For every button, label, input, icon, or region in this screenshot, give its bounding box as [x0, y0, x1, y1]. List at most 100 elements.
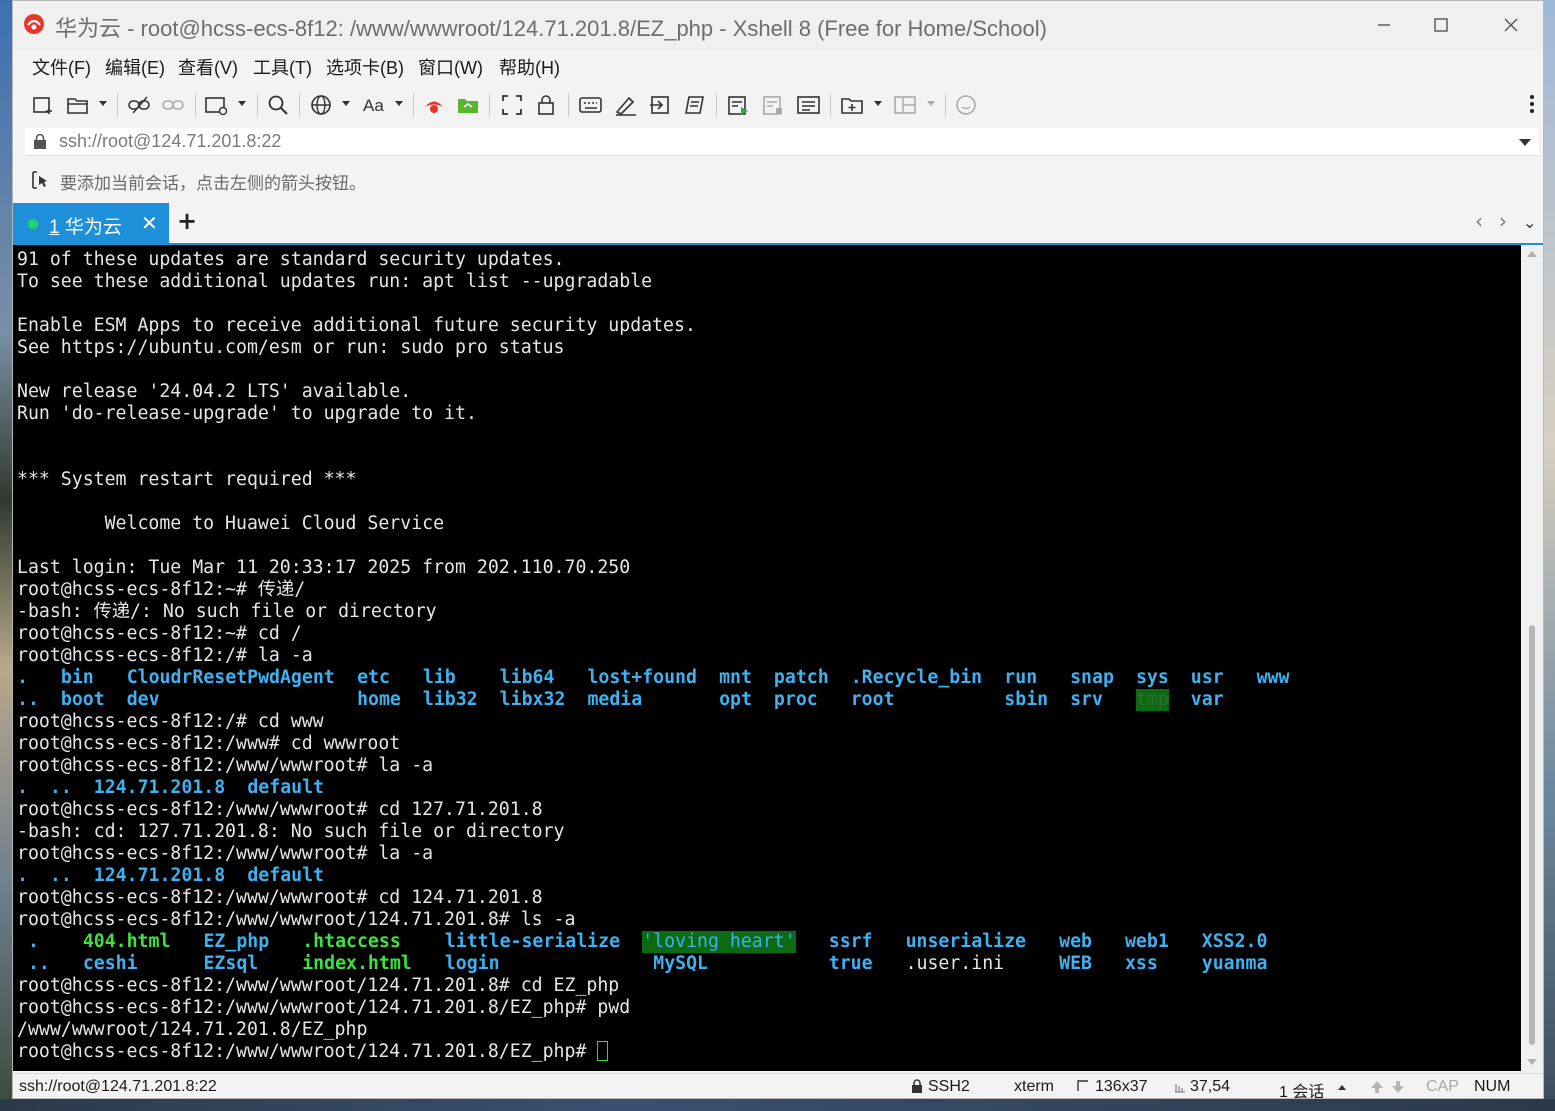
- terminal-line: root@hcss-ecs-8f12:~# cd /: [17, 623, 302, 644]
- start-logging-button[interactable]: [726, 93, 752, 117]
- status-sessions[interactable]: 1 会话: [1279, 1078, 1324, 1098]
- terminal-cursor: [597, 1041, 609, 1061]
- ls-entry: .user.ini: [905, 953, 1005, 974]
- script-button[interactable]: [682, 93, 708, 117]
- terminal-ls-row: . 404.html EZ_php .htaccess little-serialize…: [17, 931, 1517, 953]
- status-caps-lock: CAP: [1426, 1078, 1459, 1095]
- menu-view[interactable]: 查看(V): [178, 54, 238, 80]
- terminal-line: New release '24.04.2 LTS' available.: [17, 381, 412, 402]
- scroll-down-status-icon[interactable]: [1390, 1079, 1406, 1095]
- ls-entry: ..: [17, 689, 39, 710]
- find-button[interactable]: [266, 93, 290, 117]
- menu-help[interactable]: 帮助(H): [499, 54, 560, 80]
- log-start-icon: [728, 96, 748, 115]
- reconnect-button[interactable]: [127, 93, 153, 117]
- open-session-button[interactable]: [66, 93, 90, 117]
- scroll-down-arrow-icon[interactable]: [1527, 1059, 1537, 1065]
- tab-scroll-right-icon[interactable]: ›: [1499, 209, 1507, 233]
- ls-entry: sbin: [1004, 689, 1049, 710]
- ls-entry: default: [247, 777, 325, 798]
- xshell-button[interactable]: [422, 93, 446, 117]
- terminal-line: root@hcss-ecs-8f12:/www/wwwroot/124.71.2…: [17, 975, 620, 996]
- compose-bar-button[interactable]: [796, 93, 822, 117]
- terminal-line: root@hcss-ecs-8f12:/www/wwwroot/124.71.2…: [17, 909, 576, 930]
- ls-entry: WEB: [1059, 953, 1092, 974]
- scrollbar-thumb[interactable]: [1529, 625, 1535, 1045]
- lock-icon: [912, 1079, 922, 1093]
- disconnect-button[interactable]: [161, 93, 187, 117]
- keyboard-button[interactable]: [578, 93, 604, 117]
- terminal-scrollbar[interactable]: [1521, 245, 1543, 1071]
- add-tab-button[interactable]: +: [177, 207, 197, 235]
- font-dropdown-chevron-down-icon[interactable]: [395, 101, 403, 106]
- globe-icon: [311, 95, 331, 115]
- transfer-button[interactable]: [648, 93, 674, 117]
- new-tab-group-button[interactable]: [840, 93, 866, 117]
- tab-list-chevron-down-icon[interactable]: ⌄: [1523, 213, 1536, 232]
- window-title: 华为云 - root@hcss-ecs-8f12: /www/wwwroot/1…: [55, 16, 1047, 41]
- encoding-button[interactable]: [309, 93, 333, 117]
- font-button[interactable]: Aa: [362, 93, 388, 117]
- xftp-folder-icon: [458, 99, 478, 113]
- scroll-up-status-icon[interactable]: [1369, 1079, 1385, 1095]
- fullscreen-button[interactable]: [500, 93, 524, 117]
- search-icon: [268, 95, 288, 115]
- terminal-line: root@hcss-ecs-8f12:/www/wwwroot# cd 127.…: [17, 799, 543, 820]
- title-bar: 华为云 - root@hcss-ecs-8f12: /www/wwwroot/1…: [13, 1, 1543, 49]
- menu-window[interactable]: 窗口(W): [418, 54, 483, 80]
- more-options-icon[interactable]: [1529, 95, 1535, 117]
- new-session-icon: [33, 97, 52, 114]
- lock-button[interactable]: [536, 93, 556, 117]
- keyboard-icon: [579, 97, 602, 113]
- toolbar-divider: [568, 93, 569, 117]
- open-dropdown-chevron-down-icon[interactable]: [99, 101, 107, 106]
- ls-entry: web1: [1124, 931, 1169, 952]
- chat-button[interactable]: [954, 93, 978, 117]
- highlight-button[interactable]: [613, 93, 639, 117]
- new-session-button[interactable]: [31, 93, 55, 117]
- stop-logging-button[interactable]: [761, 93, 787, 117]
- menu-tabs[interactable]: 选项卡(B): [326, 54, 404, 80]
- tab-group-dropdown-chevron-down-icon[interactable]: [874, 101, 882, 106]
- toolbar-divider: [195, 93, 196, 117]
- ls-entry: root: [850, 689, 895, 710]
- ls-entry: tmp: [1135, 689, 1169, 711]
- menu-edit[interactable]: 编辑(E): [105, 54, 165, 80]
- layout-dropdown-chevron-down-icon[interactable]: [927, 101, 935, 106]
- ls-entry: lib64: [499, 667, 555, 688]
- close-tab-icon[interactable]: ✕: [141, 211, 158, 235]
- properties-dropdown-chevron-down-icon[interactable]: [238, 101, 246, 106]
- sessions-up-chevron-icon[interactable]: [1337, 1083, 1347, 1091]
- status-connection: ssh://root@124.71.201.8:22: [19, 1078, 217, 1095]
- encoding-dropdown-chevron-down-icon[interactable]: [342, 101, 350, 106]
- scroll-up-arrow-icon[interactable]: [1527, 251, 1537, 257]
- ls-entry: true: [828, 953, 873, 974]
- ls-entry: ceshi: [82, 953, 138, 974]
- session-properties-button[interactable]: [204, 93, 230, 117]
- address-input[interactable]: ssh://root@124.71.201.8:22: [59, 131, 281, 152]
- menu-tools[interactable]: 工具(T): [253, 54, 312, 80]
- close-window-button[interactable]: [1496, 11, 1526, 39]
- layout-button[interactable]: [893, 93, 919, 117]
- hint-bar: 要添加当前会话，点击左侧的箭头按钮。: [13, 163, 1543, 197]
- tab-session-1[interactable]: 1 华为云 ✕: [13, 203, 169, 245]
- ls-entry: etc: [357, 667, 390, 688]
- minimize-button[interactable]: [1369, 11, 1399, 39]
- tab-scroll-left-icon[interactable]: ‹: [1475, 209, 1483, 233]
- window-settings-icon: [205, 97, 228, 116]
- ls-entry: media: [587, 689, 643, 710]
- add-session-arrow-icon[interactable]: [31, 170, 53, 190]
- address-dropdown-chevron-down-icon[interactable]: [1519, 139, 1531, 146]
- cursor-position-icon: [1175, 1084, 1185, 1093]
- maximize-button[interactable]: [1426, 11, 1456, 39]
- address-bar[interactable]: ssh://root@124.71.201.8:22: [25, 128, 1539, 156]
- terminal-line: root@hcss-ecs-8f12:~# 传递/: [17, 579, 306, 600]
- ls-entry: lib32: [422, 689, 478, 710]
- terminal-output[interactable]: 91 of these updates are standard securit…: [13, 245, 1521, 1071]
- ls-entry: lib: [422, 667, 456, 688]
- terminal-line: root@hcss-ecs-8f12:/www/wwwroot/124.71.2…: [17, 997, 631, 1018]
- menu-file[interactable]: 文件(F): [32, 54, 91, 80]
- xftp-button[interactable]: [456, 93, 480, 117]
- terminal-line: -bash: 传递/: No such file or directory: [17, 601, 437, 622]
- ls-entry: bin: [60, 667, 94, 688]
